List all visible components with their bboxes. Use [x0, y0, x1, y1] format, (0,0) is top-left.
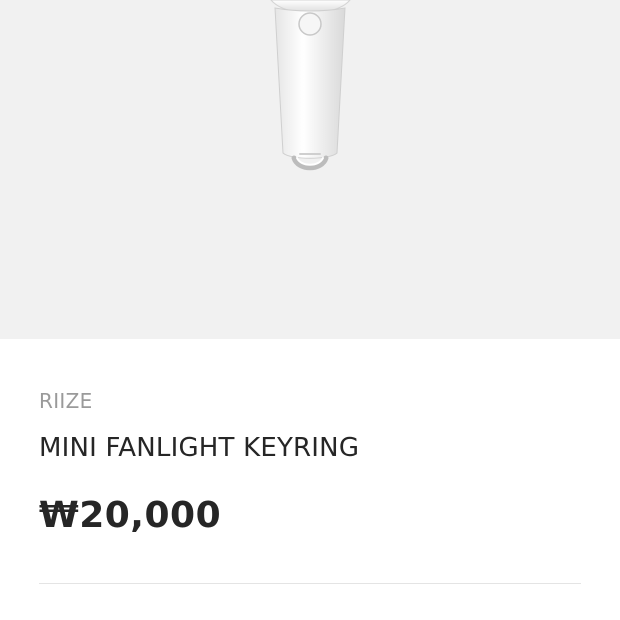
product-title[interactable]: MINI FANLIGHT KEYRING: [39, 433, 359, 463]
keyring-product-image: [270, 0, 351, 171]
product-brand[interactable]: RIIZE: [39, 389, 93, 413]
section-divider: [39, 583, 581, 584]
product-price: ₩20,000: [39, 495, 222, 536]
product-image[interactable]: [0, 0, 620, 339]
product-page: RIIZE MINI FANLIGHT KEYRING ₩20,000: [0, 0, 620, 620]
product-info: RIIZE MINI FANLIGHT KEYRING ₩20,000: [39, 339, 581, 620]
